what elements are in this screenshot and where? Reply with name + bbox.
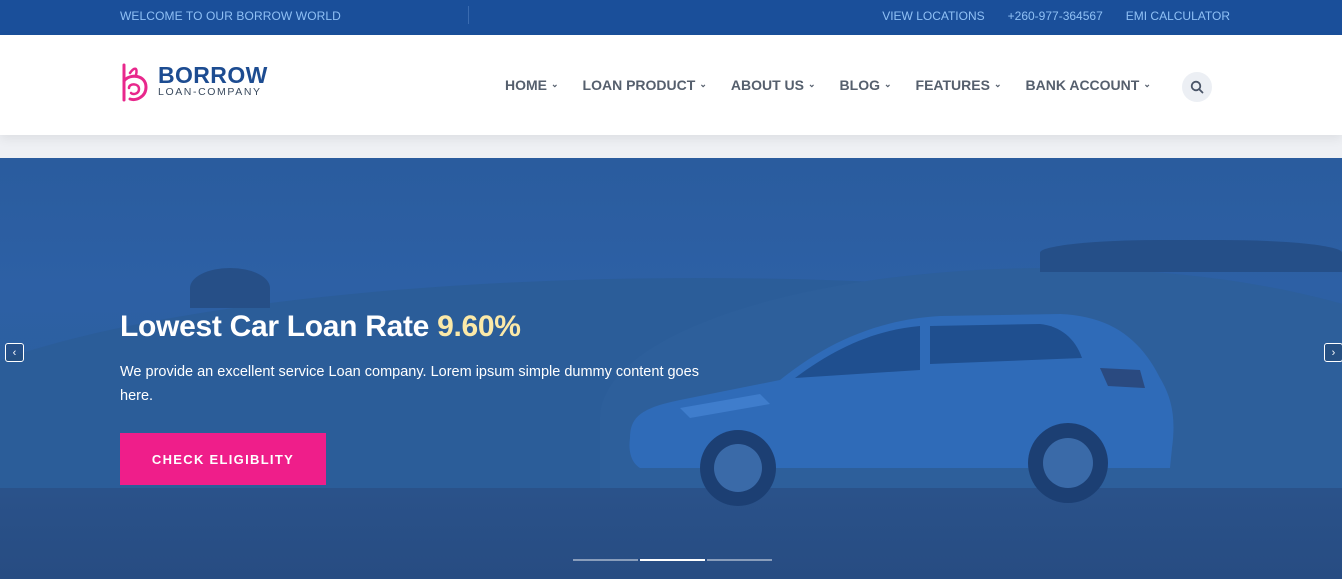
background-tree [190,268,270,308]
hero-description: We provide an excellent service Loan com… [120,364,699,404]
check-eligibility-button[interactable]: CHECK ELIGIBLITY [120,433,326,485]
chevron-right-icon: › [1331,346,1336,359]
nav-item-blog[interactable]: BLOG ⌄ [840,77,892,93]
nav-item-label: HOME [505,77,547,93]
logo[interactable]: BORROW LOAN-COMPANY [120,63,268,103]
nav-item-label: BANK ACCOUNT [1025,77,1140,93]
nav-item-bank-account[interactable]: BANK ACCOUNT ⌄ [1026,77,1151,93]
hero-title: Lowest Car Loan Rate 9.60% [120,310,521,344]
nav-item-loan-product[interactable]: LOAN PRODUCT ⌄ [583,77,707,93]
slider-next-button[interactable]: › [1324,343,1342,362]
logo-tagline: LOAN-COMPANY [158,86,262,98]
search-icon [1190,80,1204,94]
nav-item-label: LOAN PRODUCT [582,77,696,93]
main-nav: HOME ⌄ LOAN PRODUCT ⌄ ABOUT US ⌄ BLOG ⌄ FEAT… [505,77,1151,93]
slide-indicator-2[interactable] [640,559,705,561]
hero-title-text: Lowest Car Loan Rate [120,310,430,343]
chevron-down-icon: ⌄ [551,78,559,89]
nav-item-features[interactable]: FEATURES ⌄ [916,77,1002,93]
topbar-links: VIEW LOCATIONS +260-977-364567 EMI CALCU… [882,9,1230,23]
welcome-text: WELCOME TO OUR BORROW WORLD [120,9,341,23]
top-bar: WELCOME TO OUR BORROW WORLD VIEW LOCATIO… [0,0,1342,35]
chevron-down-icon: ⌄ [808,78,816,89]
logo-mark-icon [122,63,148,102]
chevron-down-icon: ⌄ [884,78,892,89]
emi-calculator-link[interactable]: EMI CALCULATOR [1126,9,1230,23]
view-locations-link[interactable]: VIEW LOCATIONS [882,9,984,23]
search-button[interactable] [1182,72,1212,102]
chevron-left-icon: ‹ [12,346,17,359]
header-gap [0,135,1342,158]
chevron-down-icon: ⌄ [993,78,1002,89]
background-trees [1040,240,1342,272]
car-image [629,314,1174,506]
slider-pagination [573,559,772,561]
chevron-down-icon: ⌄ [1143,78,1151,89]
hero-slider: Lowest Car Loan Rate 9.60% We provide an… [0,158,1342,579]
slider-prev-button[interactable]: ‹ [5,343,24,362]
slide-indicator-1[interactable] [573,559,638,561]
slide-indicator-3[interactable] [707,559,772,561]
logo-brand: BORROW [158,62,268,88]
phone-link[interactable]: +260-977-364567 [1008,9,1103,23]
nav-item-label: ABOUT US [730,77,804,93]
nav-item-home[interactable]: HOME ⌄ [505,77,559,93]
topbar-divider [468,6,469,24]
site-header: BORROW LOAN-COMPANY HOME ⌄ LOAN PRODUCT ⌄ … [0,35,1342,135]
hero-rate: 9.60% [437,310,521,343]
chevron-down-icon: ⌄ [699,78,707,89]
nav-item-label: BLOG [839,77,880,93]
nav-item-about-us[interactable]: ABOUT US ⌄ [731,77,816,93]
nav-item-label: FEATURES [915,77,990,93]
